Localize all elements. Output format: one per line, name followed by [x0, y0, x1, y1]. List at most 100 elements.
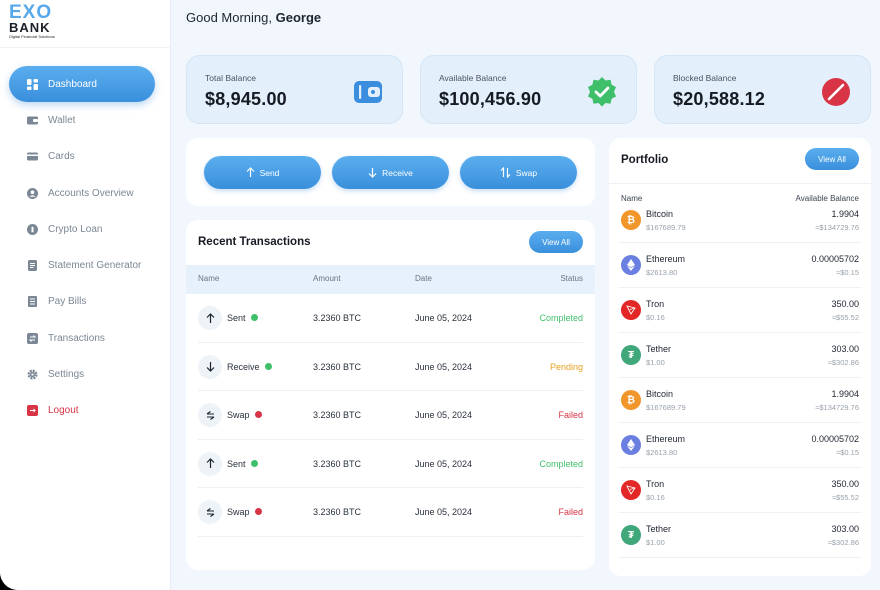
list-item[interactable]: ₿ Bitcoin $167689.79 1.9904 ≈$134729.76: [609, 198, 871, 243]
arrow-down-icon: [198, 354, 222, 379]
table-row[interactable]: Sent 3.2360 BTC June 05, 2024 Completed: [186, 294, 595, 343]
list-item[interactable]: Tron $0.16 350.00 ≈$55.52: [609, 288, 871, 333]
sidebar-item-pay-bills[interactable]: Pay Bills: [9, 284, 155, 320]
sidebar-item-label: Pay Bills: [48, 296, 87, 308]
coin-name: Tether: [646, 524, 672, 534]
sidebar-item-logout[interactable]: Logout: [9, 393, 155, 429]
transaction-type: Receive: [227, 361, 260, 372]
blocked-balance-card: Blocked Balance $20,588.12: [654, 55, 871, 124]
receive-button[interactable]: Receive: [332, 156, 449, 189]
ethereum-icon: [621, 255, 641, 275]
coin-price: $167689.79: [646, 223, 686, 232]
bitcoin-icon: ₿: [621, 210, 641, 230]
coin-name: Ethereum: [646, 254, 686, 264]
coin-amount: 1.9904: [831, 209, 859, 219]
wallet-icon: [27, 115, 38, 126]
list-item[interactable]: Ethereum $2613.80 0.00005702 ≈$0.15: [609, 423, 871, 468]
table-row[interactable]: Receive 3.2360 BTC June 05, 2024 Pending: [186, 343, 595, 391]
coin-name: Ethereum: [646, 434, 686, 444]
transaction-type: Sent: [227, 458, 246, 469]
coin-usd-value: ≈$134729.76: [815, 223, 859, 232]
tron-icon: [621, 480, 641, 500]
user-name: George: [275, 10, 322, 25]
transaction-amount: 3.2360 BTC: [313, 313, 362, 323]
arrow-down-icon: [368, 167, 377, 178]
coin-amount: 1.9904: [831, 389, 859, 399]
transactions-view-all-button[interactable]: View All: [529, 231, 583, 253]
column-header-status: Status: [560, 274, 583, 283]
sidebar-item-label: Statement Generator: [48, 260, 142, 272]
portfolio-view-all-button[interactable]: View All: [805, 148, 859, 170]
transaction-date: June 05, 2024: [415, 361, 473, 372]
list-item[interactable]: ₮ Tether $1.00 303.00 ≈$302.86: [609, 333, 871, 378]
list-item[interactable]: ₮ Tether $1.00 303.00 ≈$302.86: [609, 513, 871, 558]
list-item[interactable]: Tron $0.16 350.00 ≈$55.52: [609, 468, 871, 513]
sidebar-item-label: Cards: [48, 151, 75, 163]
total-balance-label: Total Balance: [205, 73, 257, 83]
sidebar-item-transactions[interactable]: Transactions: [9, 320, 155, 356]
table-row[interactable]: Sent 3.2360 BTC June 05, 2024 Completed: [186, 440, 595, 488]
coin-usd-value: ≈$0.15: [836, 268, 859, 277]
coin-usd-value: ≈$302.86: [827, 358, 859, 367]
blocked-balance-value: $20,588.12: [673, 89, 766, 109]
gear-icon: [27, 369, 38, 380]
transaction-status: Pending: [549, 361, 583, 372]
sidebar-item-crypto-loan[interactable]: Crypto Loan: [9, 211, 155, 247]
column-header-date: Date: [415, 274, 432, 283]
portfolio-panel: Portfolio View All Name Available Balanc…: [609, 138, 871, 576]
send-button[interactable]: Send: [204, 156, 321, 189]
ethereum-icon: [621, 435, 641, 455]
transactions-table-header: Name Amount Date Status: [186, 265, 595, 294]
error-dot-icon: [254, 508, 262, 516]
logout-icon: [27, 405, 38, 417]
table-row[interactable]: Swap 3.2360 BTC June 05, 2024 Failed: [186, 391, 595, 440]
logo: EXO BANK Digital Financial Solutions: [9, 3, 71, 40]
coin-amount: 0.00005702: [811, 434, 859, 444]
transaction-amount: 3.2360 BTC: [313, 410, 362, 420]
column-header-amount: Amount: [313, 274, 341, 283]
list-item[interactable]: Ethereum $2613.80 0.00005702 ≈$0.15: [609, 243, 871, 288]
coin-usd-value: ≈$134729.76: [815, 403, 859, 412]
list-item[interactable]: ₿ Bitcoin $167689.79 1.9904 ≈$134729.76: [609, 378, 871, 423]
coin-name: Bitcoin: [646, 389, 674, 399]
coin-price: $0.16: [646, 313, 665, 322]
sidebar-item-settings[interactable]: Settings: [9, 356, 155, 392]
document-icon: [27, 260, 38, 272]
coin-amount: 350.00: [831, 299, 859, 309]
divider: [609, 183, 871, 184]
logo-tagline: Digital Financial Solutions: [9, 34, 55, 39]
sidebar-item-cards[interactable]: Cards: [9, 139, 155, 175]
coin-usd-value: ≈$55.52: [831, 493, 859, 502]
success-dot-icon: [264, 362, 272, 370]
swap-icon: [198, 500, 222, 524]
coin-price: $2613.80: [646, 448, 678, 457]
sidebar-item-wallet[interactable]: Wallet: [9, 102, 155, 138]
column-header-name: Name: [198, 274, 220, 283]
coin-usd-value: ≈$55.52: [831, 313, 859, 322]
available-balance-card: Available Balance $100,456.90: [420, 55, 637, 124]
coin-price: $2613.80: [646, 268, 678, 277]
card-icon: [27, 151, 38, 162]
arrow-up-icon: [198, 306, 222, 330]
sidebar-item-label: Wallet: [48, 114, 76, 126]
coin-amount: 303.00: [831, 344, 859, 354]
sidebar-item-accounts-overview[interactable]: Accounts Overview: [9, 175, 155, 211]
sidebar-item-label: Transactions: [48, 332, 105, 344]
user-icon: [27, 187, 38, 199]
sidebar-item-statement-generator[interactable]: Statement Generator: [9, 247, 155, 283]
sidebar-item-dashboard[interactable]: Dashboard: [9, 66, 155, 103]
arrow-up-icon: [198, 451, 222, 476]
swap-button[interactable]: Swap: [460, 156, 577, 189]
sidebar-item-label: Logout: [48, 405, 79, 417]
transaction-amount: 3.2360 BTC: [313, 361, 362, 372]
table-row[interactable]: Swap 3.2360 BTC June 05, 2024 Failed: [186, 488, 595, 537]
transaction-date: June 05, 2024: [415, 313, 473, 323]
coin-price: $1.00: [646, 538, 665, 547]
blocked-icon: [820, 76, 852, 108]
receive-label: Receive: [382, 167, 413, 178]
tether-icon: ₮: [621, 525, 641, 545]
wallet-icon: [352, 76, 384, 108]
verified-check-icon: [586, 76, 618, 108]
sidebar-item-label: Dashboard: [48, 78, 97, 90]
coin-usd-value: ≈$302.86: [827, 538, 859, 547]
